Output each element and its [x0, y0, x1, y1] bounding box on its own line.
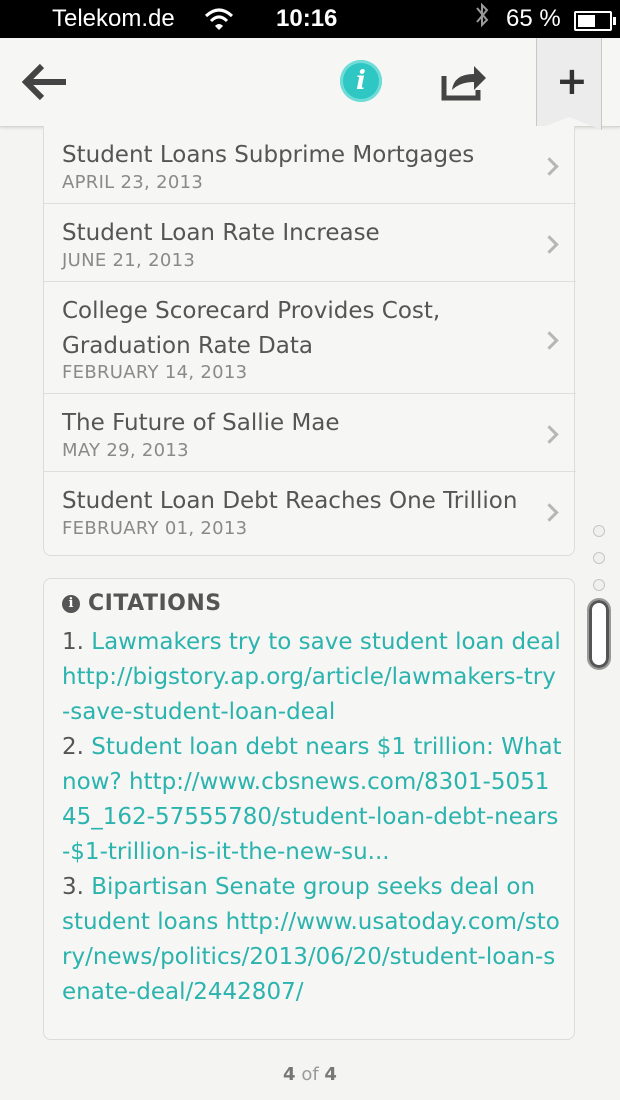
citations-card: i CITATIONS 1. Lawmakers try to save stud…: [43, 578, 575, 1040]
citations-list: 1. Lawmakers try to save student loan de…: [62, 625, 562, 1010]
arrow-left-icon: [21, 63, 66, 101]
citation-number: 1.: [62, 629, 84, 655]
back-button[interactable]: [21, 62, 70, 102]
list-item[interactable]: Student Loan Debt Reaches One Trillion F…: [44, 472, 576, 556]
toolbar: i +: [0, 38, 620, 130]
share-button[interactable]: [440, 60, 490, 104]
list-item[interactable]: College Scorecard Provides Cost, Graduat…: [44, 282, 576, 394]
page-indicator: 4 of 4: [0, 1064, 620, 1085]
related-articles-list: Student Loans Subprime Mortgages APRIL 2…: [43, 126, 576, 556]
citation-number: 2.: [62, 734, 84, 760]
battery-fill: [578, 15, 595, 27]
article-date: MAY 29, 2013: [62, 440, 189, 461]
current-page: 4: [283, 1064, 296, 1085]
list-item[interactable]: Student Loan Rate Increase JUNE 21, 2013: [44, 204, 576, 282]
info-icon: i: [62, 594, 80, 613]
citation-number: 3.: [62, 874, 84, 900]
article-date: FEBRUARY 14, 2013: [62, 362, 248, 383]
citation-url[interactable]: http://www.cbsnews.com/8301-505145_162-5…: [62, 769, 558, 865]
share-icon: [441, 66, 486, 101]
carrier-label: Telekom.de: [52, 5, 175, 32]
info-button[interactable]: i: [340, 60, 382, 102]
page-dot[interactable]: [593, 525, 605, 537]
article-title: The Future of Sallie Mae: [62, 410, 340, 436]
citations-title: CITATIONS: [88, 591, 222, 616]
article-title: College Scorecard Provides Cost, Graduat…: [62, 298, 441, 359]
article-date: FEBRUARY 01, 2013: [62, 518, 248, 539]
battery-icon: [574, 11, 616, 31]
chevron-right-icon: [540, 235, 559, 254]
clock: 10:16: [276, 5, 338, 32]
article-title: Student Loan Rate Increase: [62, 220, 380, 246]
add-button[interactable]: +: [536, 38, 602, 130]
article-date: APRIL 23, 2013: [62, 172, 204, 193]
info-icon: i: [356, 66, 366, 96]
page-dot[interactable]: [593, 552, 605, 564]
scroll-thumb[interactable]: [587, 598, 611, 670]
bluetooth-icon: [474, 0, 490, 42]
chevron-right-icon: [540, 503, 559, 522]
plus-icon: +: [556, 59, 588, 103]
article-title: Student Loan Debt Reaches One Trillion: [62, 488, 518, 514]
citation-url[interactable]: http://bigstory.ap.org/article/lawmakers…: [62, 664, 556, 725]
citation-link[interactable]: Lawmakers try to save student loan deal: [91, 629, 560, 655]
article-date: JUNE 21, 2013: [62, 250, 196, 271]
status-bar: Telekom.de 10:16 65 %: [0, 0, 620, 52]
list-item[interactable]: Student Loans Subprime Mortgages APRIL 2…: [44, 126, 576, 204]
citations-header: i CITATIONS: [62, 591, 222, 621]
battery-percentage: 65 %: [506, 5, 561, 32]
list-item[interactable]: The Future of Sallie Mae MAY 29, 2013: [44, 394, 576, 472]
chevron-right-icon: [540, 425, 559, 444]
chevron-right-icon: [540, 157, 559, 176]
article-title: Student Loans Subprime Mortgages: [62, 142, 475, 168]
page-of-label: of: [301, 1064, 319, 1085]
total-pages: 4: [324, 1064, 337, 1085]
page-dot[interactable]: [593, 579, 605, 591]
chevron-right-icon: [540, 331, 559, 350]
